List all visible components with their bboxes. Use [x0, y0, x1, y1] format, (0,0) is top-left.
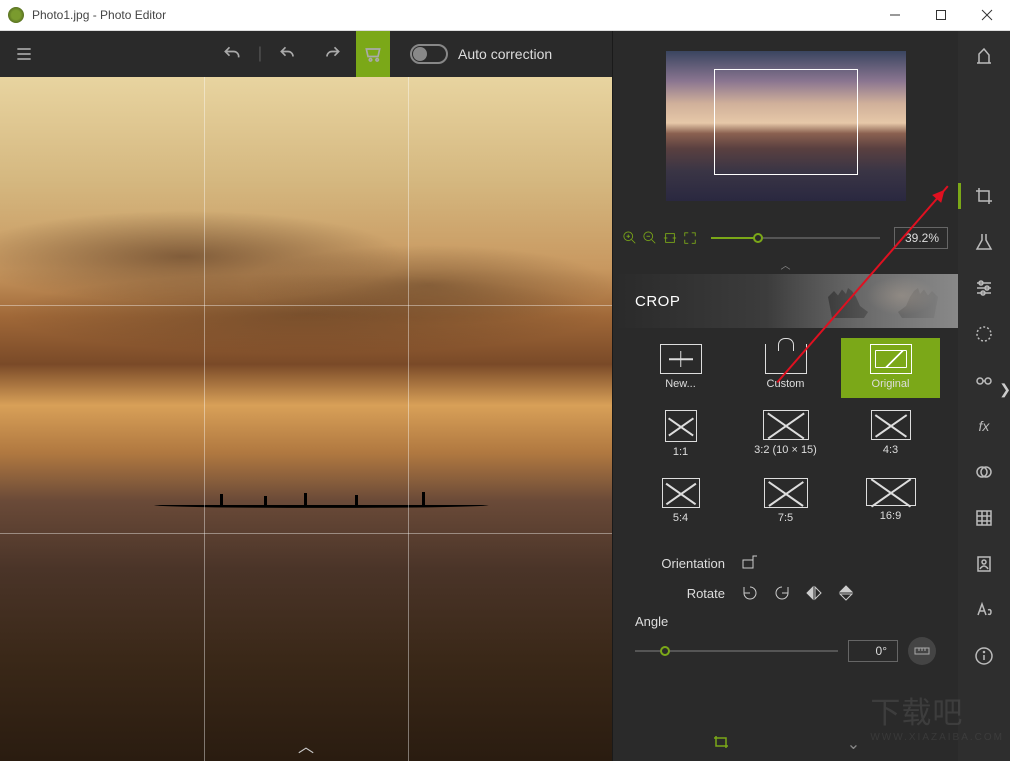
orientation-section: Orientation Rotate Angle 0° [613, 538, 958, 675]
crop-tool-icon[interactable] [973, 185, 995, 207]
close-button[interactable] [964, 0, 1010, 31]
crop-label: 16:9 [880, 510, 901, 522]
angle-label: Angle [635, 614, 936, 629]
rotate-label: Rotate [635, 586, 725, 601]
overlap-icon[interactable] [973, 461, 995, 483]
toggle-switch-icon [410, 44, 448, 64]
window-title: Photo1.jpg - Photo Editor [32, 8, 872, 22]
rotate-cw-icon[interactable] [773, 584, 791, 602]
redo-step-button[interactable] [312, 34, 352, 74]
rotate-ccw-icon[interactable] [741, 584, 759, 602]
side-panel: 39.2% ︿ CROP New... Custom Original 1:1 … [612, 31, 958, 761]
crop-4-3[interactable]: 4:3 [841, 404, 940, 466]
crop-label: 5:4 [673, 512, 688, 524]
crop-confirm-icon[interactable] [711, 734, 731, 755]
crop-grid-line [408, 77, 409, 761]
canvas[interactable]: ︿ [0, 77, 612, 761]
menu-button[interactable] [4, 34, 44, 74]
crop-7-5[interactable]: 7:5 [736, 472, 835, 532]
flip-horizontal-icon[interactable] [805, 584, 823, 602]
crop-label: 4:3 [883, 444, 898, 456]
straighten-icon[interactable] [908, 637, 936, 665]
crop-1-1[interactable]: 1:1 [631, 404, 730, 466]
panel-header: CROP [613, 274, 958, 328]
grid-icon[interactable] [973, 507, 995, 529]
fit-screen-icon[interactable] [683, 231, 697, 245]
crop-original[interactable]: Original [841, 338, 940, 398]
crop-label: 3:2 (10 × 15) [754, 444, 817, 456]
cart-button[interactable] [356, 31, 390, 77]
plus-icon [660, 344, 702, 374]
crop-3-2[interactable]: 3:2 (10 × 15) [736, 404, 835, 466]
crop-presets: New... Custom Original 1:1 3:2 (10 × 15)… [613, 328, 958, 538]
zoom-controls: 39.2% [613, 221, 958, 255]
undo-step-button[interactable] [268, 34, 308, 74]
crop-label: 7:5 [778, 512, 793, 524]
crop-label: New... [665, 378, 696, 390]
ratio-icon [763, 410, 809, 440]
ratio-icon [871, 410, 911, 440]
crop-label: Custom [767, 378, 805, 390]
fit-width-icon[interactable] [663, 231, 677, 245]
crop-label: Original [872, 378, 910, 390]
crop-custom[interactable]: Custom [736, 338, 835, 398]
crop-label: 1:1 [673, 446, 688, 458]
app-icon [8, 7, 24, 23]
preview-thumbnail[interactable] [613, 31, 958, 221]
photo-image [0, 77, 612, 761]
crop-new[interactable]: New... [631, 338, 730, 398]
ratio-icon [866, 478, 916, 506]
sliders-icon[interactable] [973, 277, 995, 299]
chevron-down-icon[interactable]: ⌄ [847, 734, 860, 755]
glasses-icon[interactable] [973, 369, 995, 391]
bottom-actions: ⌄ [613, 728, 958, 761]
crop-grid-line [204, 77, 205, 761]
chevron-up-icon[interactable]: ︿ [298, 733, 314, 757]
angle-slider[interactable] [635, 650, 838, 652]
undo-button[interactable] [212, 34, 252, 74]
window-titlebar: Photo1.jpg - Photo Editor [0, 0, 1010, 31]
crop-grid-line [0, 533, 612, 534]
main-toolbar: | Auto correction [0, 31, 612, 77]
orientation-label: Orientation [635, 556, 725, 571]
ratio-icon [764, 478, 808, 508]
flip-vertical-icon[interactable] [837, 584, 855, 602]
crop-grid-line [0, 305, 612, 306]
maximize-button[interactable] [918, 0, 964, 31]
expand-chevron-icon[interactable]: ❯ [999, 381, 1010, 398]
panel-title: CROP [635, 293, 680, 310]
crop-selection-icon [714, 69, 858, 175]
ratio-icon [665, 410, 697, 442]
auto-correction-label: Auto correction [458, 46, 552, 62]
tool-sidebar: fx ❯ [958, 31, 1010, 761]
image-icon [870, 344, 912, 374]
crop-16-9[interactable]: 16:9 [841, 472, 940, 532]
zoom-slider[interactable] [711, 237, 880, 239]
ratio-icon [662, 478, 700, 508]
portrait-icon[interactable] [973, 553, 995, 575]
angle-value[interactable]: 0° [848, 640, 898, 662]
chevron-up-icon[interactable]: ︿ [613, 255, 958, 274]
crop-5-4[interactable]: 5:4 [631, 472, 730, 532]
rotate-orientation-icon[interactable] [741, 554, 759, 572]
histogram-icon[interactable] [973, 45, 995, 67]
info-icon[interactable] [973, 645, 995, 667]
separator-icon: | [256, 34, 264, 74]
fx-icon[interactable]: fx [973, 415, 995, 437]
selection-icon[interactable] [973, 323, 995, 345]
zoom-in-icon[interactable] [623, 231, 637, 245]
zoom-out-icon[interactable] [643, 231, 657, 245]
auto-correction-toggle[interactable]: Auto correction [410, 44, 552, 64]
lab-icon[interactable] [973, 231, 995, 253]
text-icon[interactable] [973, 599, 995, 621]
minimize-button[interactable] [872, 0, 918, 31]
